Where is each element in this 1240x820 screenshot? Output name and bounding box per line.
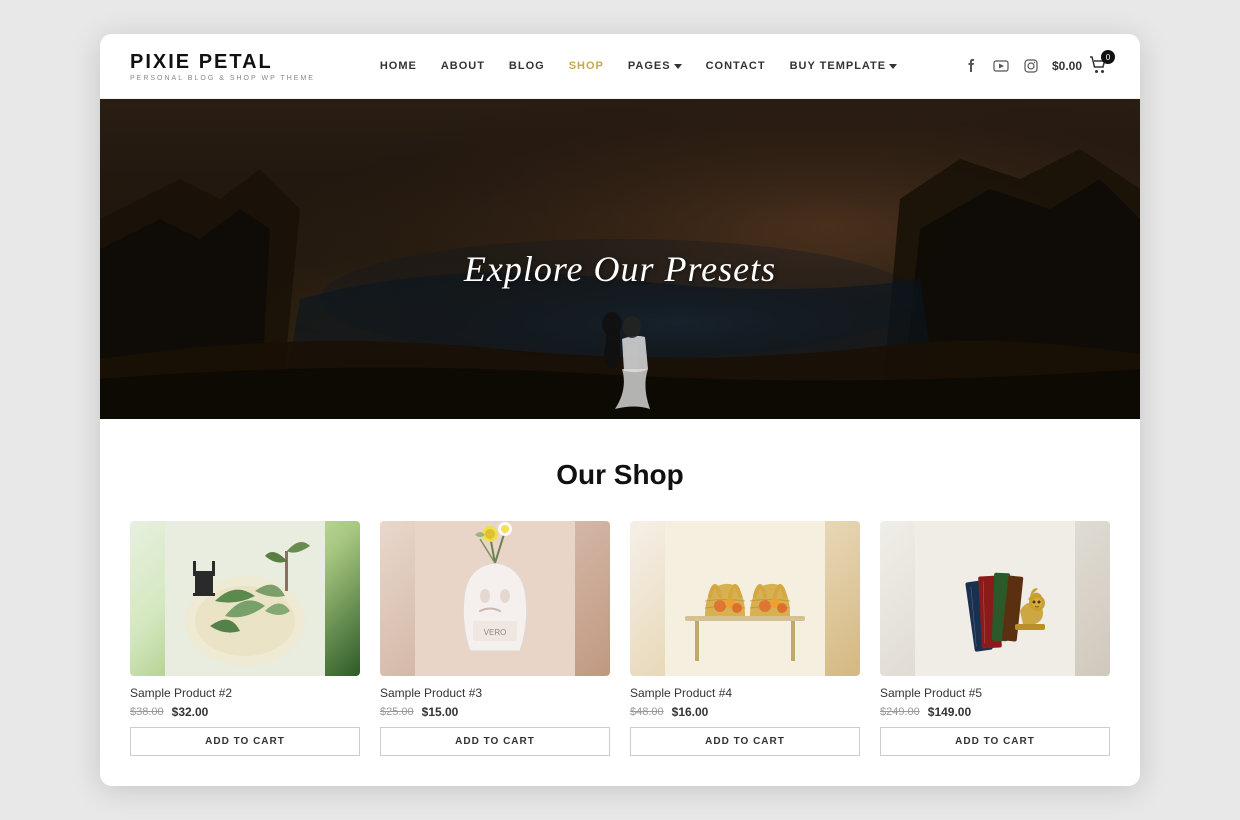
sale-price-1: $32.00 — [172, 705, 209, 719]
product-prices-1: $38.00 $32.00 — [130, 705, 360, 719]
instagram-icon[interactable] — [1022, 57, 1040, 75]
facebook-icon[interactable] — [962, 57, 980, 75]
cart-icon-wrapper: 0 — [1088, 55, 1110, 77]
site-header: PIXIE PETAL PERSONAL BLOG & SHOP WP THEM… — [100, 34, 1140, 99]
product-image-4[interactable] — [880, 521, 1110, 676]
original-price-2: $25.00 — [380, 706, 414, 718]
cart-badge: 0 — [1101, 50, 1115, 64]
youtube-icon[interactable] — [992, 57, 1010, 75]
sale-price-3: $16.00 — [672, 705, 709, 719]
product-image-2[interactable]: VERO — [380, 521, 610, 676]
product-card-2: VERO Sample Product #3 $25.00 $15.00 ADD… — [380, 521, 610, 756]
nav-blog[interactable]: BLOG — [509, 60, 545, 72]
original-price-1: $38.00 — [130, 706, 164, 718]
product-name-1: Sample Product #2 — [130, 686, 360, 700]
nav-about[interactable]: ABOUT — [441, 60, 485, 72]
nav-home[interactable]: HOME — [380, 60, 417, 72]
product-card-1: Sample Product #2 $38.00 $32.00 ADD TO C… — [130, 521, 360, 756]
browser-window: PIXIE PETAL PERSONAL BLOG & SHOP WP THEM… — [100, 34, 1140, 786]
main-nav: HOME ABOUT BLOG SHOP PAGES CONTACT BUY T… — [380, 60, 897, 72]
logo-main-text: PIXIE PETAL — [130, 51, 315, 74]
add-to-cart-btn-2[interactable]: ADD TO CART — [380, 727, 610, 756]
logo[interactable]: PIXIE PETAL PERSONAL BLOG & SHOP WP THEM… — [130, 51, 315, 82]
product-prices-4: $249.00 $149.00 — [880, 705, 1110, 719]
add-to-cart-btn-4[interactable]: ADD TO CART — [880, 727, 1110, 756]
logo-sub-text: PERSONAL BLOG & SHOP WP THEME — [130, 75, 315, 82]
hero-banner: Explore Our Presets — [100, 99, 1140, 419]
sale-price-4: $149.00 — [928, 705, 971, 719]
product-prices-2: $25.00 $15.00 — [380, 705, 610, 719]
cart-area[interactable]: $0.00 0 — [1052, 55, 1110, 77]
shop-title: Our Shop — [130, 459, 1110, 491]
original-price-4: $249.00 — [880, 706, 920, 718]
buy-template-chevron-icon — [889, 64, 897, 69]
product-name-3: Sample Product #4 — [630, 686, 860, 700]
svg-text:VERO: VERO — [484, 628, 507, 637]
nav-pages[interactable]: PAGES — [628, 60, 682, 72]
header-right: $0.00 0 — [962, 55, 1110, 77]
hero-text: Explore Our Presets — [464, 248, 776, 290]
pages-chevron-icon — [674, 64, 682, 69]
product-image-1[interactable] — [130, 521, 360, 676]
nav-buy-template[interactable]: BUY TEMPLATE — [790, 60, 898, 72]
product-image-3[interactable] — [630, 521, 860, 676]
product-name-2: Sample Product #3 — [380, 686, 610, 700]
nav-contact[interactable]: CONTACT — [706, 60, 766, 72]
product-name-4: Sample Product #5 — [880, 686, 1110, 700]
sale-price-2: $15.00 — [422, 705, 459, 719]
add-to-cart-btn-3[interactable]: ADD TO CART — [630, 727, 860, 756]
shop-section: Our Shop — [100, 419, 1140, 786]
nav-shop[interactable]: SHOP — [569, 60, 604, 72]
product-card-3: Sample Product #4 $48.00 $16.00 ADD TO C… — [630, 521, 860, 756]
product-card-4: Sample Product #5 $249.00 $149.00 ADD TO… — [880, 521, 1110, 756]
cart-price: $0.00 — [1052, 59, 1082, 73]
products-grid: Sample Product #2 $38.00 $32.00 ADD TO C… — [130, 521, 1110, 756]
add-to-cart-btn-1[interactable]: ADD TO CART — [130, 727, 360, 756]
original-price-3: $48.00 — [630, 706, 664, 718]
product-prices-3: $48.00 $16.00 — [630, 705, 860, 719]
